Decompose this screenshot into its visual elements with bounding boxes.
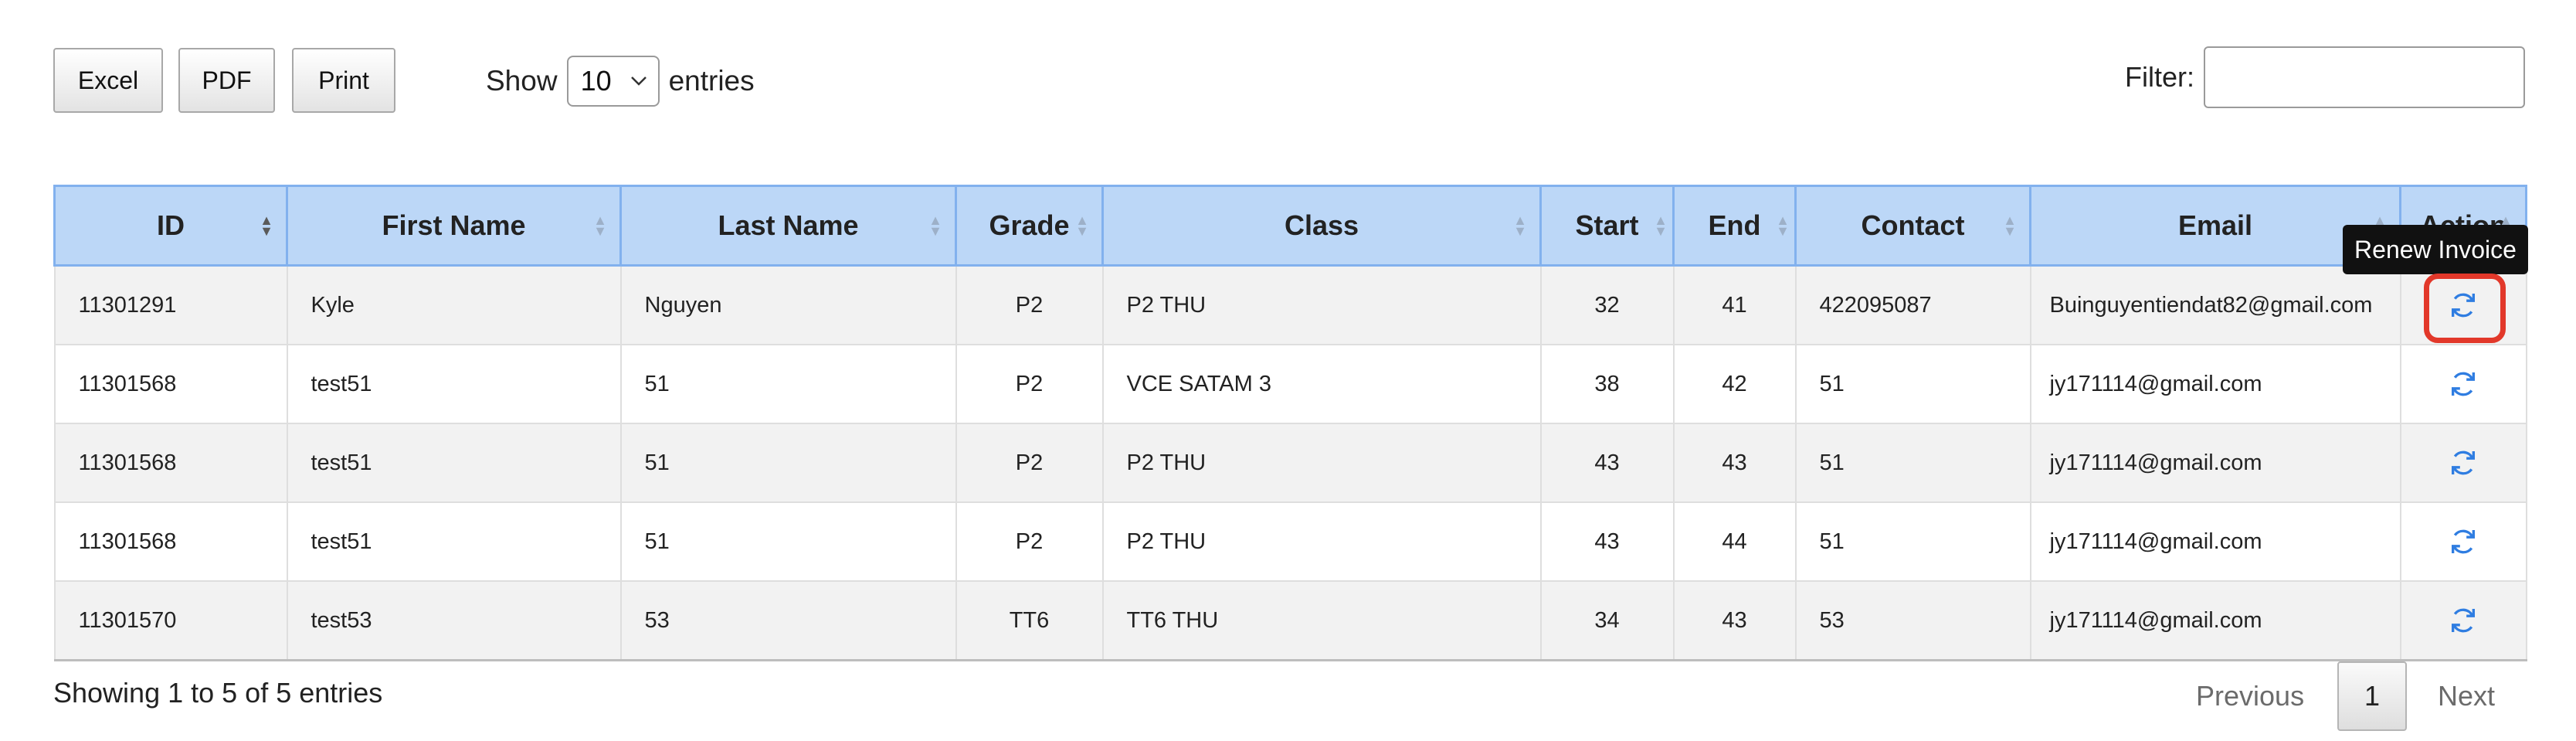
cell-id: 11301291 [53,264,288,345]
cell-last-name: 53 [619,580,957,661]
cell-class: TT6 THU [1101,580,1542,661]
cell-action [2399,501,2527,582]
cell-end: 41 [1672,264,1797,345]
cell-first-name: test53 [286,580,622,661]
cell-grade: TT6 [955,580,1104,661]
cell-action [2399,580,2527,661]
renew-invoice-icon[interactable] [2448,605,2479,636]
renew-invoice-icon[interactable] [2448,369,2479,399]
cell-id: 11301570 [53,580,288,661]
sort-icon: ▲▼ [260,212,273,239]
print-button[interactable]: Print [292,48,395,113]
sort-icon: ▲▼ [1776,212,1790,239]
sort-icon: ▲▼ [1654,212,1668,239]
cell-start: 32 [1539,264,1675,345]
cell-id: 11301568 [53,344,288,424]
cell-contact: 51 [1794,344,2031,424]
sort-icon: ▲▼ [1513,212,1527,239]
cell-end: 42 [1672,344,1797,424]
chevron-down-icon [630,71,647,91]
cell-email: jy171114@gmail.com [2029,423,2401,503]
pdf-button[interactable]: PDF [178,48,275,113]
cell-first-name: test51 [286,423,622,503]
cell-id: 11301568 [53,501,288,582]
cell-last-name: 51 [619,423,957,503]
cell-start: 38 [1539,344,1675,424]
cell-last-name: Nguyen [619,264,957,345]
cell-action [2399,423,2527,503]
cell-class: P2 THU [1101,423,1542,503]
cell-email: Buinguyentiendat82@gmail.com [2029,264,2401,345]
cell-email: jy171114@gmail.com [2029,344,2401,424]
table-row: 11301568 test51 51 P2 P2 THU 43 44 51 jy… [53,501,2527,582]
cell-grade: P2 [955,264,1104,345]
show-label: Show [486,65,558,97]
excel-button[interactable]: Excel [53,48,163,113]
students-table: ID ▲ ▼ First Name ▲ ▼ Last Name ▲ ▼ Grade ▲… [53,185,2527,661]
cell-start: 43 [1539,501,1675,582]
column-header-last-name[interactable]: Last Name ▲ ▼ [619,185,957,267]
entries-select-value: 10 [580,65,612,97]
next-page-button[interactable]: Next [2438,680,2495,712]
cell-start: 34 [1539,580,1675,661]
cell-class: P2 THU [1101,501,1542,582]
page-1-button[interactable]: 1 [2337,661,2407,731]
highlight-box [2424,274,2506,343]
cell-start: 43 [1539,423,1675,503]
cell-first-name: test51 [286,344,622,424]
filter-label: Filter: [2125,61,2194,93]
filter-control: Filter: [2125,46,2525,108]
cell-grade: P2 [955,501,1104,582]
column-header-id[interactable]: ID ▲ ▼ [53,185,288,267]
filter-input[interactable] [2204,46,2525,108]
cell-contact: 422095087 [1794,264,2031,345]
cell-contact: 51 [1794,423,2031,503]
table-info: Showing 1 to 5 of 5 entries [53,677,383,709]
cell-first-name: test51 [286,501,622,582]
renew-invoice-icon[interactable] [2448,526,2479,557]
sort-icon: ▲▼ [928,212,942,239]
cell-last-name: 51 [619,501,957,582]
cell-end: 44 [1672,501,1797,582]
cell-end: 43 [1672,580,1797,661]
table-row: 11301568 test51 51 P2 VCE SATAM 3 38 42 … [53,344,2527,424]
cell-id: 11301568 [53,423,288,503]
table-header-row: ID ▲ ▼ First Name ▲ ▼ Last Name ▲ ▼ Grade ▲… [53,185,2527,267]
sort-icon: ▲▼ [1075,212,1089,239]
column-header-end[interactable]: End ▲ ▼ [1672,185,1797,267]
previous-page-button[interactable]: Previous [2196,680,2304,712]
column-header-first-name[interactable]: First Name ▲ ▼ [286,185,622,267]
sort-icon: ▲▼ [593,212,607,239]
sort-icon: ▲▼ [2003,212,2017,239]
cell-class: VCE SATAM 3 [1101,344,1542,424]
renew-invoice-tooltip: Renew Invoice [2343,225,2528,274]
table-row: 11301570 test53 53 TT6 TT6 THU 34 43 53 … [53,580,2527,661]
entries-select[interactable]: 10 [566,56,660,107]
cell-last-name: 51 [619,344,957,424]
entries-length-control: Show 10 entries [486,54,755,108]
cell-email: jy171114@gmail.com [2029,501,2401,582]
cell-class: P2 THU [1101,264,1542,345]
cell-grade: P2 [955,344,1104,424]
column-header-grade[interactable]: Grade ▲ ▼ [955,185,1104,267]
cell-contact: 53 [1794,580,2031,661]
cell-grade: P2 [955,423,1104,503]
table-row: 11301568 test51 51 P2 P2 THU 43 43 51 jy… [53,423,2527,503]
table-row: 11301291 Kyle Nguyen P2 P2 THU 32 41 422… [53,264,2527,345]
cell-contact: 51 [1794,501,2031,582]
column-header-contact[interactable]: Contact ▲ ▼ [1794,185,2031,267]
cell-first-name: Kyle [286,264,622,345]
column-header-class[interactable]: Class ▲ ▼ [1101,185,1542,267]
renew-invoice-icon[interactable] [2448,447,2479,478]
cell-end: 43 [1672,423,1797,503]
cell-action [2399,344,2527,424]
column-header-start[interactable]: Start ▲ ▼ [1539,185,1675,267]
cell-email: jy171114@gmail.com [2029,580,2401,661]
entries-label: entries [668,65,755,97]
